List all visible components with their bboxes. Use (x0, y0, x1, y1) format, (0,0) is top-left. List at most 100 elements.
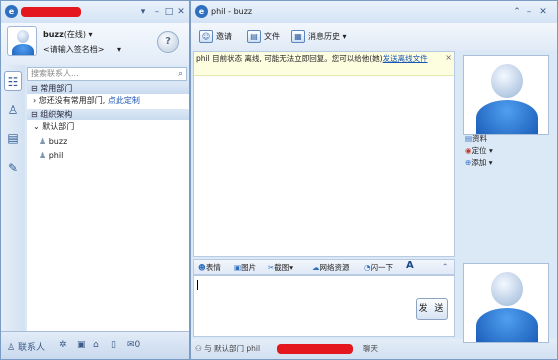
help-icon[interactable]: ? (157, 31, 179, 53)
flash-label: 闪一下 (370, 263, 394, 272)
contacts-titlebar: e ▾ – □ ✕ (1, 1, 189, 23)
invite-icon: ☺ (199, 30, 213, 43)
send-offline-file-link[interactable]: 发送离线文件 (383, 54, 428, 63)
expand-arrow-icon: ⌄ (33, 122, 40, 131)
close-button[interactable]: ✕ (537, 1, 549, 23)
user-icon: ♟ (39, 137, 47, 146)
locate-label: 定位 (471, 146, 487, 155)
username: buzz (43, 30, 64, 39)
contacts-button[interactable]: ♙ 联系人 (7, 340, 45, 353)
invite-label: 邀请 (216, 32, 232, 41)
redacted-status (277, 344, 353, 354)
self-avatar[interactable] (463, 263, 549, 343)
screenshot-label: 截图 (274, 263, 290, 272)
message-area[interactable]: phil 目前状态 离线, 可能无法立即回复。您可以给他(她)发送离线文件 × (193, 51, 455, 257)
history-button[interactable]: ▦ 消息历史 ▾ (291, 30, 347, 44)
close-button[interactable]: ✕ (175, 1, 187, 23)
home-icon[interactable]: ⌂ (93, 340, 99, 350)
locate-button[interactable]: ◉定位 ▾ (465, 145, 493, 156)
group-label: 组织架构 (40, 110, 73, 119)
notice-close-icon[interactable]: × (445, 53, 452, 63)
font-button[interactable]: A (406, 260, 414, 271)
text-cursor (197, 280, 198, 290)
subgroup-label: 默认部门 (42, 122, 75, 131)
emoji-icon: ☻ (198, 263, 206, 272)
notice-text: phil 目前状态 离线, 可能无法立即回复。您可以给他(她) (196, 54, 383, 63)
profile-button[interactable]: ▤资料 (465, 133, 487, 144)
expand-up-icon[interactable]: ⌃ (442, 262, 448, 271)
frequent-hint: › 您还没有常用部门, 点此定制 (33, 95, 140, 107)
hint-text: 您还没有常用部门, (38, 96, 106, 105)
file-label: 文件 (264, 32, 280, 41)
search-icon[interactable]: ⌕ (178, 68, 183, 80)
emoji-button[interactable]: ☻表情 (198, 262, 221, 273)
app-logo-icon: e (5, 5, 18, 18)
menu-arrow-icon[interactable]: ▾ (137, 1, 149, 23)
redacted-title (21, 7, 81, 17)
collapse-icon: ⊟ (31, 84, 38, 93)
left-tab-bar: ☷ ♙ ▤ ✎ (1, 65, 25, 331)
status-dropdown-icon[interactable]: ▾ (89, 30, 93, 39)
settings-icon[interactable]: ✲ (59, 340, 67, 350)
mail-icon[interactable]: ✉0 (127, 340, 140, 350)
chat-people-icon: ⚇ (195, 344, 202, 353)
contact-side-panel: ▤资料 ◉定位 ▾ ⊕添加 ▾ (457, 51, 557, 343)
picture-button[interactable]: ▣图片 (234, 262, 256, 273)
file-button[interactable]: ▤ 文件 (247, 30, 280, 44)
send-button[interactable]: 发 送 (416, 298, 448, 320)
netres-label: 网络资源 (319, 263, 350, 272)
maximize-button[interactable]: □ (163, 1, 175, 23)
contacts-icon: ♙ (7, 343, 16, 353)
emoji-label: 表情 (205, 263, 221, 272)
add-button[interactable]: ⊕添加 ▾ (465, 157, 492, 168)
list-item[interactable]: ♟ buzz (39, 136, 67, 148)
chat-title: phil - buzz (211, 7, 253, 16)
contacts-label: 联系人 (17, 343, 45, 353)
user-status-line[interactable]: buzz(在线) ▾ (43, 29, 93, 40)
group-frequent[interactable]: ⊟ 常用部门 (27, 83, 189, 94)
network-resource-button[interactable]: ☁网络资源 (312, 262, 350, 273)
chat-logo-icon: e (195, 5, 208, 18)
search-placeholder: 搜索联系人... (31, 69, 79, 78)
invite-button[interactable]: ☺ 邀请 (199, 30, 232, 44)
minimize-button[interactable]: – (151, 1, 163, 23)
screenshot-button[interactable]: ✂截图▾ (268, 262, 293, 273)
tab-message-icon[interactable]: ▤ (4, 127, 22, 147)
chat-toolbar: ☺ 邀请 ▤ 文件 ▦ 消息历史 ▾ (191, 23, 557, 51)
group-label: 常用部门 (40, 84, 73, 93)
collapse-up-icon[interactable]: ⌃ (511, 1, 523, 23)
expand-arrow-icon: › (33, 96, 37, 105)
group-org[interactable]: ⊟ 组织架构 (27, 109, 189, 120)
signature-field[interactable]: <请输入签名档> ▾ (43, 44, 121, 55)
status-suffix: 聊天 (363, 344, 378, 353)
member-name: phil (48, 151, 64, 160)
minimize-button[interactable]: – (523, 1, 535, 23)
locate-dropdown-icon: ▾ (488, 146, 493, 155)
tab-people-icon[interactable]: ♙ (4, 99, 22, 119)
input-toolbar: ☻表情 ▣图片 ✂截图▾ ☁网络资源 ◔闪一下 A ⌃ (193, 259, 455, 275)
flash-button[interactable]: ◔闪一下 (364, 262, 393, 273)
subgroup-default[interactable]: ⌄ 默认部门 (33, 121, 74, 133)
customize-link[interactable]: 点此定制 (108, 96, 140, 105)
search-input[interactable]: 搜索联系人... ⌕ (27, 67, 187, 81)
history-icon: ▦ (291, 30, 305, 43)
file-icon: ▤ (247, 30, 261, 43)
history-label: 消息历史 (308, 32, 340, 41)
member-name: buzz (48, 137, 68, 146)
add-label: 添加 (471, 158, 487, 167)
list-item[interactable]: ♟ phil (39, 150, 63, 162)
signature-dropdown-icon[interactable]: ▾ (117, 45, 121, 54)
tab-notes-icon[interactable]: ✎ (4, 157, 22, 177)
add-dropdown-icon: ▾ (488, 158, 493, 167)
signature-text: <请输入签名档> (43, 45, 105, 54)
clipboard-icon[interactable]: ▣ (77, 340, 86, 350)
user-profile: buzz(在线) ▾ <请输入签名档> ▾ ? (1, 23, 189, 65)
contact-avatar[interactable] (463, 55, 549, 135)
tab-contacts-icon[interactable]: ☷ (4, 71, 22, 91)
avatar[interactable] (7, 26, 37, 56)
contacts-bottom-bar: ♙ 联系人 ✲ ▣ ⌂ ▯ ✉0 (1, 331, 189, 359)
phone-icon[interactable]: ▯ (111, 340, 116, 350)
message-input[interactable]: 发 送 (193, 275, 455, 337)
chat-window: e phil - buzz ⌃ – ✕ ☺ 邀请 ▤ 文件 ▦ 消息历史 ▾ phil… (190, 0, 558, 360)
status-prefix: 与 默认部门 phil (204, 344, 261, 353)
